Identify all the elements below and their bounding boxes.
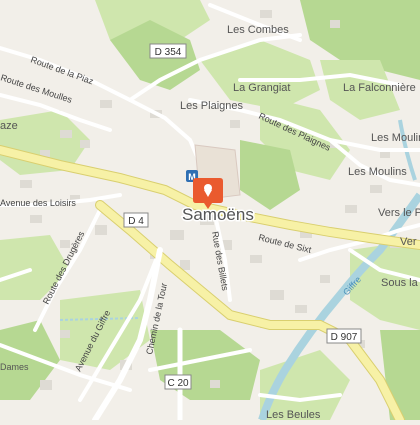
place-les-beules: Les Beules xyxy=(266,409,321,420)
map-canvas[interactable]: Les Combes La Grangiat La Falconnière Le… xyxy=(0,0,420,425)
shield-d907: D 907 xyxy=(326,328,362,344)
shield-c20: C 20 xyxy=(164,374,192,390)
place-la-grangiat: La Grangiat xyxy=(233,82,290,94)
place-les-moulins-2: Les Moulins xyxy=(348,166,407,178)
place-sous-la: Sous la xyxy=(381,277,419,289)
svg-text:C 20: C 20 xyxy=(167,378,189,389)
svg-text:D 4: D 4 xyxy=(128,216,144,227)
place-les-combes: Les Combes xyxy=(227,24,289,36)
place-les-moulins-1: Les Moulins xyxy=(371,132,420,144)
road-label-avenue-des-loisirs: Avenue des Loisirs xyxy=(0,198,76,208)
shield-d4: D 4 xyxy=(123,212,149,228)
place-les-plaignes: Les Plaignes xyxy=(180,100,243,112)
place-aze: aze xyxy=(0,120,18,132)
shield-d354: D 354 xyxy=(149,43,187,59)
place-dames: Dames xyxy=(0,362,29,372)
svg-text:D 907: D 907 xyxy=(331,332,358,343)
place-la-falconniere: La Falconnière xyxy=(343,82,416,94)
svg-text:D 354: D 354 xyxy=(155,47,182,58)
place-vers-le-pe: Vers le Pe xyxy=(378,207,420,219)
town-label: Samoëns xyxy=(182,205,254,224)
place-ver: Ver xyxy=(400,236,417,248)
